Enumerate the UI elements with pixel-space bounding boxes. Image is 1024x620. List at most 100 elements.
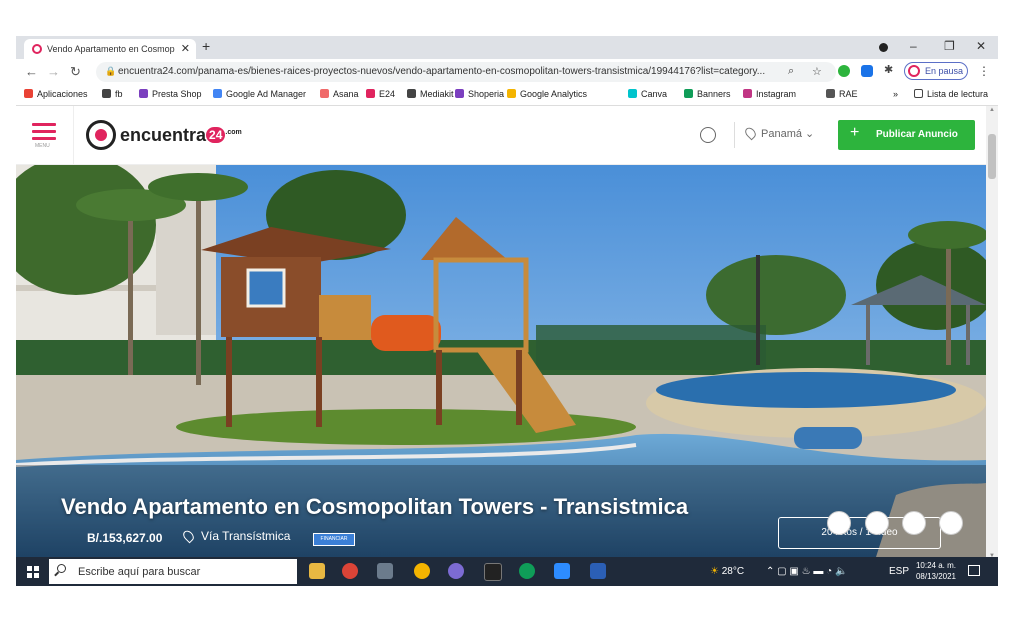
profile-status-label: En pausa — [925, 66, 964, 76]
site-favicon-icon — [32, 44, 42, 54]
reading-list-label: Lista de lectura — [927, 89, 989, 99]
page-scrollbar[interactable]: ▲ ▼ — [986, 106, 998, 560]
forward-arrow-icon[interactable]: → — [47, 64, 60, 79]
reading-list-icon — [914, 89, 923, 98]
zoom-app-icon[interactable] — [554, 563, 570, 579]
bookmark-google-ad-manager[interactable]: Google Ad Manager — [213, 89, 306, 99]
zoom-icon[interactable]: ⌕ — [788, 65, 794, 78]
user-account-icon[interactable] — [700, 127, 716, 143]
hamburger-menu-button[interactable]: MENU — [32, 123, 56, 149]
clock-time: 10:24 a. m. — [915, 561, 956, 570]
bookmark-favicon-icon — [366, 89, 375, 98]
carousel-dot-2[interactable] — [865, 511, 889, 535]
bookmark-shoperia[interactable]: Shoperia — [455, 89, 504, 99]
tray-icons[interactable]: ⌃ ▢ ▣ ♨ ▬ ◔ 🔈 — [766, 566, 847, 577]
reload-icon[interactable]: ↻ — [70, 64, 81, 80]
bookmark-favicon-icon — [826, 89, 835, 98]
extension-green-icon[interactable] — [838, 65, 850, 77]
bookmark-label: Shoperia — [468, 89, 505, 99]
bookmark-favicon-icon — [407, 89, 416, 98]
listing-location-text: Vía Transístmica — [201, 529, 291, 543]
extensions-puzzle-icon[interactable]: ✱ — [884, 63, 896, 76]
terminal-icon[interactable] — [484, 563, 502, 581]
bookmark-presta-shop[interactable]: Presta Shop — [139, 89, 202, 99]
url-text[interactable]: encuentra24.com/panama-es/bienes-raices-… — [118, 66, 778, 77]
app-icon[interactable] — [448, 563, 464, 579]
bookmark-canva[interactable]: Canva — [628, 89, 667, 99]
bookmark-aplicaciones[interactable]: Aplicaciones — [24, 89, 88, 99]
publish-ad-label: Publicar Anuncio — [876, 129, 958, 140]
browser-menu-icon[interactable]: ⋮ — [978, 64, 990, 78]
bookmark-label: Aplicaciones — [37, 89, 88, 99]
logo-badge: 24 — [206, 127, 226, 143]
close-window-button[interactable]: ✕ — [976, 39, 986, 53]
calculator-icon[interactable] — [377, 563, 393, 579]
edge-icon[interactable] — [519, 563, 535, 579]
bookmark-favicon-icon — [102, 89, 111, 98]
bookmark-mediakit[interactable]: Mediakit — [407, 89, 454, 99]
bookmarks-bar: » Lista de lectura Aplicaciones fb Presta … — [16, 85, 998, 106]
taskbar-search-placeholder: Escribe aquí para buscar — [78, 566, 201, 578]
bookmark-favicon-icon — [24, 89, 33, 98]
new-tab-button[interactable]: + — [202, 38, 210, 54]
bookmark-fb[interactable]: fb — [102, 89, 123, 99]
carousel-dot-1[interactable] — [827, 511, 851, 535]
menu-label: MENU — [35, 143, 50, 149]
target-logo-icon — [86, 120, 116, 150]
carousel-dot-4[interactable] — [939, 511, 963, 535]
bookmark-star-icon[interactable]: ☆ — [812, 65, 822, 78]
language-indicator[interactable]: ESP — [889, 566, 909, 577]
tab-close-icon[interactable]: ✕ — [181, 42, 190, 55]
bookmark-favicon-icon — [684, 89, 693, 98]
file-explorer-icon[interactable] — [309, 563, 325, 579]
reading-list-button[interactable]: Lista de lectura — [914, 89, 988, 99]
windows-taskbar: Escribe aquí para buscar ☀ 28°C ⌃ ▢ ▣ ♨ … — [16, 557, 998, 586]
address-bar[interactable]: 🔒 encuentra24.com/panama-es/bienes-raice… — [96, 62, 836, 82]
bookmark-favicon-icon — [455, 89, 464, 98]
back-arrow-icon[interactable]: ← — [25, 64, 38, 79]
bookmark-e24[interactable]: E24 — [366, 89, 395, 99]
notification-icon[interactable] — [968, 565, 980, 576]
carousel-dot-3[interactable] — [902, 511, 926, 535]
location-pin-icon — [181, 528, 196, 544]
profile-menu-icon[interactable] — [879, 43, 888, 52]
bookmark-banners[interactable]: Banners — [684, 89, 731, 99]
windows-start-icon[interactable] — [27, 566, 39, 578]
bookmark-label: Asana — [333, 89, 359, 99]
listing-title: Vendo Apartamento en Cosmopolitan Towers… — [61, 494, 689, 519]
financing-badge[interactable]: FINANCIAR — [313, 533, 355, 546]
listing-hero[interactable]: Vendo Apartamento en Cosmopolitan Towers… — [16, 165, 986, 557]
publish-ad-button[interactable]: + Publicar Anuncio — [838, 120, 975, 150]
tab-title: Vendo Apartamento en Cosmopolitan Towers… — [47, 44, 175, 54]
bookmark-label: Google Analytics — [520, 89, 588, 99]
bookmark-favicon-icon — [213, 89, 222, 98]
bookmark-favicon-icon — [507, 89, 516, 98]
bookmark-instagram[interactable]: Instagram — [743, 89, 796, 99]
profile-paused-button[interactable]: En pausa — [904, 62, 968, 80]
header-divider — [73, 106, 74, 164]
tab-active[interactable]: Vendo Apartamento en Cosmopolitan Towers… — [24, 39, 196, 59]
minimize-button[interactable]: – — [910, 39, 917, 53]
scrollbar-thumb[interactable] — [988, 134, 996, 179]
shield-icon[interactable] — [590, 563, 606, 579]
bookmarks-more-button[interactable]: » — [893, 89, 898, 99]
weather-sun-icon: ☀ — [710, 566, 719, 577]
bookmark-label: Banners — [697, 89, 731, 99]
location-selector[interactable]: Panamá ⌄ — [743, 125, 814, 141]
restore-button[interactable]: ❐ — [944, 39, 955, 53]
bookmark-google-analytics[interactable]: Google Analytics — [507, 89, 587, 99]
bookmark-rae[interactable]: RAE — [826, 89, 858, 99]
location-label: Panamá — [761, 128, 802, 140]
extension-blue-icon[interactable] — [861, 65, 873, 77]
bookmark-label: Presta Shop — [152, 89, 202, 99]
chrome-icon[interactable] — [342, 563, 358, 579]
bookmark-label: Google Ad Manager — [226, 89, 307, 99]
taskbar-clock[interactable]: 10:24 a. m. 08/13/2021 — [912, 560, 956, 582]
slack-icon[interactable] — [414, 563, 430, 579]
weather-widget[interactable]: ☀ 28°C — [710, 566, 744, 577]
bookmark-label: Mediakit — [420, 89, 454, 99]
scroll-up-icon[interactable]: ▲ — [989, 107, 995, 113]
plus-icon: + — [850, 124, 860, 141]
taskbar-search-box[interactable]: Escribe aquí para buscar — [49, 559, 297, 584]
bookmark-asana[interactable]: Asana — [320, 89, 359, 99]
